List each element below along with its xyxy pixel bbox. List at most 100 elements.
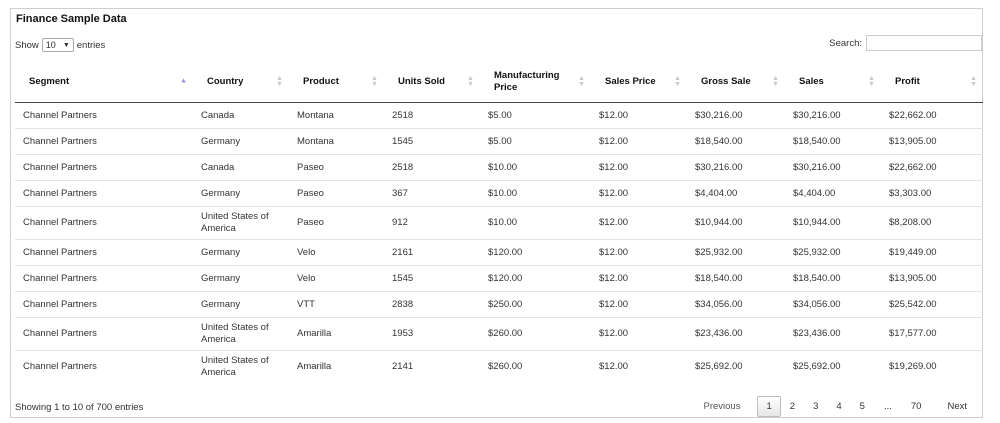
column-header-gross-sale[interactable]: Gross Sale ▲ ▼ <box>687 61 785 103</box>
column-header-sales-price[interactable]: Sales Price ▲ ▼ <box>591 61 687 103</box>
column-header-product[interactable]: Product ▲ ▼ <box>289 61 384 103</box>
table-cell-sales-price: $12.00 <box>591 317 687 351</box>
table-cell-profit: $19,449.00 <box>881 239 983 266</box>
table-cell-gross-sale: $25,932.00 <box>687 239 785 266</box>
sort-both-icon: ▲ ▼ <box>467 74 474 88</box>
table-row: Channel Partners Canada Paseo 2518 $10.00 $12… <box>15 154 983 181</box>
table-row: Channel Partners United States of America… <box>15 350 983 383</box>
table-cell-units-sold: 2518 <box>384 154 480 181</box>
pagination: Previous 1 2 3 4 5... 70 Next <box>695 396 977 417</box>
table-cell-manufacturing-price: $5.00 <box>488 109 512 121</box>
table-cell-profit: $17,577.00 <box>881 317 983 351</box>
page-button-1[interactable]: 1 <box>757 396 781 417</box>
column-header-sales[interactable]: Sales ▲ ▼ <box>785 61 881 103</box>
table-cell-units-sold: 912 <box>384 206 480 240</box>
table-cell-sales-price: $12.00 <box>591 350 687 383</box>
table-cell-sales-price: $12.00 <box>591 291 687 318</box>
table-cell-product: Paseo <box>289 180 384 207</box>
table-cell-profit: $22,662.00 <box>889 109 937 121</box>
search-input[interactable] <box>866 35 982 51</box>
table-cell-country: Canada <box>193 154 289 181</box>
sort-both-icon: ▲ ▼ <box>276 74 283 88</box>
table-cell-manufacturing-price: $260.00 <box>480 350 591 383</box>
table-cell-manufacturing-price: $5.00 <box>480 128 591 155</box>
table-header-row: Segment ▲ Country ▲ ▼ Product ▲ ▼ Units Sold ▲ ▼ Ma… <box>15 61 983 103</box>
page-button-2[interactable]: 2 <box>781 397 804 416</box>
table-cell-country: United States of America <box>193 206 289 240</box>
table-cell-manufacturing-price: $10.00 <box>480 180 591 207</box>
column-header-label: Sales <box>799 75 824 87</box>
next-button[interactable]: Next <box>938 397 976 416</box>
column-header-units-sold[interactable]: Units Sold ▲ ▼ <box>384 61 480 103</box>
finance-table-panel: Finance Sample Data Show 10 ▼ entries Se… <box>10 8 983 418</box>
table-cell-segment: Channel Partners <box>15 239 193 266</box>
table-cell-country: Germany <box>193 128 289 155</box>
table-cell-product: Velo <box>289 239 384 266</box>
table-cell-gross-sale: $10,944.00 <box>687 206 785 240</box>
table-cell-profit: $19,269.00 <box>881 350 983 383</box>
table-cell-gross-sale: $30,216.00 <box>687 154 785 181</box>
table-cell-gross-sale: $23,436.00 <box>687 317 785 351</box>
chevron-down-icon: ▼ <box>62 41 70 49</box>
column-header-segment[interactable]: Segment ▲ <box>15 61 193 103</box>
table-cell-segment: Channel Partners <box>15 128 193 155</box>
table-cell-units-sold: 1545 <box>384 265 480 292</box>
table-cell-units-sold: 367 <box>384 180 480 207</box>
previous-button[interactable]: Previous <box>695 397 750 416</box>
table-cell-sales: $30,216.00 <box>793 109 841 121</box>
table-body: Channel Partners Canada Montana 2518 $5.00 $1… <box>15 103 983 383</box>
column-header-label: Country <box>207 75 244 87</box>
table-cell-sales: $25,932.00 <box>785 239 881 266</box>
table-cell-country: Germany <box>193 291 289 318</box>
table-cell-sales-price: $12.00 <box>591 180 687 207</box>
table-cell-segment: Channel Partners <box>15 350 193 383</box>
table-cell-segment: Channel Partners <box>15 317 193 351</box>
entries-label: entries <box>76 39 106 51</box>
table-row: Channel Partners Germany Montana 1545 $5.00 $… <box>15 128 983 155</box>
column-header-manufacturing-price[interactable]: Manufacturing Price ▲ ▼ <box>480 61 591 103</box>
table-cell-product: Paseo <box>289 154 384 181</box>
sort-both-icon: ▲ ▼ <box>674 74 681 88</box>
table-cell-units-sold: 1953 <box>384 317 480 351</box>
page-button-5[interactable]: 5 <box>851 397 874 416</box>
table-cell-product: Montana <box>297 109 334 121</box>
table-cell-product: Amarilla <box>289 317 384 351</box>
table-cell-product: Paseo <box>289 206 384 240</box>
page-button-70[interactable]: 70 <box>902 397 931 416</box>
table-cell-manufacturing-price: $260.00 <box>480 317 591 351</box>
column-header-country[interactable]: Country ▲ ▼ <box>193 61 289 103</box>
table-cell-units-sold: 2838 <box>384 291 480 318</box>
table-cell-country: United States of America <box>193 350 289 383</box>
table-cell-segment: Channel Partners <box>15 206 193 240</box>
table-cell-country: Germany <box>193 265 289 292</box>
table-cell-profit: $8,208.00 <box>881 206 983 240</box>
table-cell-gross-sale: $25,692.00 <box>687 350 785 383</box>
table-cell-sales: $10,944.00 <box>785 206 881 240</box>
search-label: Search: <box>829 37 862 49</box>
table-cell-units-sold: 2141 <box>384 350 480 383</box>
table-cell-sales-price: $12.00 <box>591 239 687 266</box>
table-cell-country: Germany <box>193 239 289 266</box>
table-cell-product: Velo <box>289 265 384 292</box>
table-row: Channel Partners Germany Velo 2161 $120.00 $1… <box>15 239 983 266</box>
table-row: Channel Partners Germany Paseo 367 $10.00 $12… <box>15 180 983 207</box>
entries-length-control: Show 10 ▼ entries <box>15 38 105 52</box>
table-row: Channel Partners Germany VTT 2838 $250.00 $12… <box>15 291 983 318</box>
sort-both-icon: ▲ ▼ <box>371 74 378 88</box>
table-cell-segment: Channel Partners <box>15 154 193 181</box>
entries-select[interactable]: 10 ▼ <box>41 38 74 52</box>
column-header-label: Segment <box>29 75 70 87</box>
table-cell-product: VTT <box>289 291 384 318</box>
table-cell-segment: Channel Partners <box>15 291 193 318</box>
table-cell-sales: $18,540.00 <box>785 265 881 292</box>
table-cell-units-sold: 2518 <box>392 109 414 121</box>
sort-both-icon: ▲ ▼ <box>578 74 585 88</box>
page-button-4[interactable]: 4 <box>827 397 850 416</box>
table-row: Channel Partners Germany Velo 1545 $120.00 $1… <box>15 265 983 292</box>
page-button-3[interactable]: 3 <box>804 397 827 416</box>
table-info: Showing 1 to 10 of 700 entries <box>15 402 144 413</box>
table-cell-segment: Channel Partners <box>15 180 193 207</box>
table-row: Channel Partners United States of America… <box>15 317 983 351</box>
column-header-profit[interactable]: Profit ▲ ▼ <box>881 61 983 103</box>
table-cell-sales: $25,692.00 <box>785 350 881 383</box>
